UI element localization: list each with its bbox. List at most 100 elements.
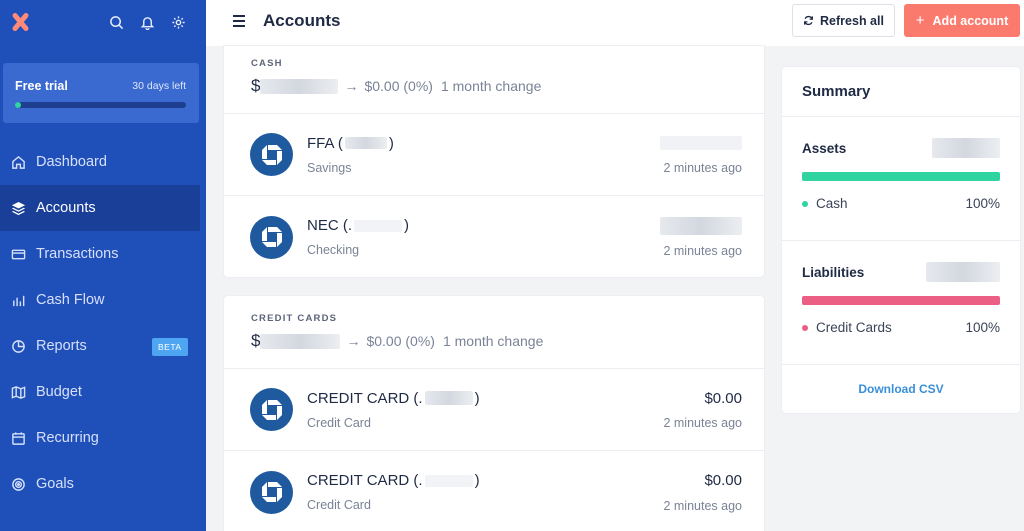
bank-logo-icon: [250, 133, 293, 176]
top-header: Accounts Refresh all + Add account: [206, 0, 1024, 46]
account-row[interactable]: FFA () Savings 2 minutes ago: [224, 114, 764, 196]
summary-title: Summary: [782, 67, 1020, 117]
credit-change-period: 1 month change: [442, 333, 544, 349]
refresh-all-button[interactable]: Refresh all: [792, 4, 895, 37]
home-icon: [12, 155, 25, 169]
liabilities-item-pct: 100%: [965, 320, 1000, 335]
trial-title: Free trial: [15, 79, 68, 93]
summary-card: Summary Assets Cash 100% Liabilities Cre…: [782, 67, 1020, 413]
account-name: FFA (): [307, 134, 394, 152]
assets-item-label: Cash: [816, 196, 848, 211]
credit-balance-row: $ → $0.00 (0%) 1 month change: [251, 331, 737, 351]
bank-logo-icon: [250, 388, 293, 431]
liabilities-total-redacted: [926, 262, 1000, 282]
calendar-icon: [12, 431, 25, 445]
credit-change: $0.00 (0%): [366, 333, 435, 349]
search-icon[interactable]: [109, 15, 124, 30]
assets-bar: [802, 172, 1000, 181]
logo-icon[interactable]: [10, 12, 30, 32]
gear-icon[interactable]: [171, 15, 186, 30]
account-updated: 2 minutes ago: [663, 416, 742, 430]
cash-change-period: 1 month change: [440, 78, 542, 94]
account-balance: $0.00: [704, 472, 742, 489]
account-updated: 2 minutes ago: [663, 498, 742, 513]
credit-balance-redacted: [260, 333, 341, 349]
menu-icon[interactable]: [233, 15, 245, 30]
sidebar-item-goals[interactable]: Goals: [0, 461, 206, 507]
add-account-label: Add account: [932, 13, 1009, 28]
bell-icon[interactable]: [140, 15, 155, 30]
cash-balance-redacted: [260, 78, 339, 94]
sidebar-item-budget[interactable]: Budget: [0, 369, 206, 415]
sidebar-item-label: Recurring: [36, 430, 99, 446]
liabilities-breakdown-row[interactable]: Credit Cards 100%: [802, 320, 1000, 335]
assets-breakdown-row[interactable]: Cash 100%: [802, 196, 1000, 211]
refresh-all-label: Refresh all: [820, 13, 884, 28]
sidebar-item-label: Reports: [36, 338, 87, 354]
account-type: Savings: [307, 160, 352, 175]
layers-icon: [11, 201, 26, 215]
account-name: NEC (.): [307, 217, 409, 234]
summary-liabilities: Liabilities Credit Cards 100%: [782, 241, 1020, 365]
section-label: CASH: [251, 58, 283, 69]
sidebar-item-recurring[interactable]: Recurring: [0, 415, 206, 461]
sidebar-nav: Dashboard Accounts Transactions Cash Flo…: [0, 139, 206, 507]
section-label: CREDIT CARDS: [251, 313, 338, 324]
liabilities-bar: [802, 296, 1000, 305]
trial-progress-bar: [15, 102, 186, 108]
map-icon: [11, 385, 26, 399]
sidebar-item-label: Budget: [36, 384, 82, 400]
arrow-right-icon: →: [346, 333, 361, 349]
sidebar-top: [0, 0, 206, 44]
trial-progress-fill: [15, 102, 21, 108]
sidebar-item-transactions[interactable]: Transactions: [0, 231, 206, 277]
cash-change: $0.00 (0%): [364, 78, 433, 94]
assets-item-pct: 100%: [965, 196, 1000, 211]
bank-logo-icon: [250, 215, 293, 259]
account-balance-redacted: [660, 134, 742, 152]
bank-logo-icon: [250, 470, 293, 514]
sidebar-item-label: Transactions: [36, 246, 119, 262]
credit-balance-currency: $: [251, 331, 261, 350]
arrow-right-icon: →: [344, 78, 359, 94]
page-title: Accounts: [263, 11, 341, 30]
assets-total-redacted: [932, 138, 1000, 158]
account-row[interactable]: NEC (.) Checking 2 minutes ago: [224, 196, 764, 278]
account-name: CREDIT CARD (.): [307, 389, 480, 407]
credit-card-header: CREDIT CARDS $ → $0.00 (0%) 1 month chan…: [224, 296, 764, 369]
account-balance-redacted: [660, 216, 742, 235]
free-trial-banner[interactable]: Free trial 30 days left: [3, 63, 199, 123]
account-updated: 2 minutes ago: [663, 243, 742, 258]
account-type: Checking: [307, 243, 360, 257]
beta-badge: BETA: [152, 338, 188, 356]
card-icon: [11, 249, 26, 259]
liabilities-label: Liabilities: [802, 264, 865, 280]
account-balance: $0.00: [704, 389, 742, 407]
account-row[interactable]: CREDIT CARD (.) Credit Card $0.00 2 minu…: [224, 369, 764, 451]
cash-dot: [802, 201, 808, 208]
target-icon: [12, 477, 25, 491]
download-csv-link[interactable]: Download CSV: [782, 365, 1020, 396]
sidebar-item-label: Dashboard: [36, 154, 107, 170]
add-account-button[interactable]: + Add account: [904, 4, 1020, 37]
sidebar-item-reports[interactable]: Reports BETA: [0, 323, 206, 369]
plus-icon: +: [915, 12, 925, 29]
credit-cards-card: CREDIT CARDS $ → $0.00 (0%) 1 month chan…: [224, 296, 764, 531]
sidebar-item-dashboard[interactable]: Dashboard: [0, 139, 206, 185]
sidebar-item-accounts[interactable]: Accounts: [0, 185, 200, 231]
summary-assets: Assets Cash 100%: [782, 117, 1020, 241]
cash-card-header: CASH $ → $0.00 (0%) 1 month change: [224, 46, 764, 114]
pie-chart-icon: [12, 339, 25, 353]
account-updated: 2 minutes ago: [663, 161, 742, 175]
account-row[interactable]: CREDIT CARD (.) Credit Card $0.00 2 minu…: [224, 451, 764, 531]
assets-label: Assets: [802, 140, 847, 156]
bar-chart-icon: [13, 295, 25, 306]
sidebar-item-label: Cash Flow: [36, 292, 105, 308]
refresh-icon: [804, 15, 814, 26]
account-type: Credit Card: [307, 498, 371, 512]
account-name: CREDIT CARD (.): [307, 472, 480, 489]
sidebar-item-label: Accounts: [36, 200, 96, 216]
liabilities-item-label: Credit Cards: [816, 320, 892, 335]
sidebar-item-cash-flow[interactable]: Cash Flow: [0, 277, 206, 323]
trial-days-left: 30 days left: [132, 80, 186, 92]
